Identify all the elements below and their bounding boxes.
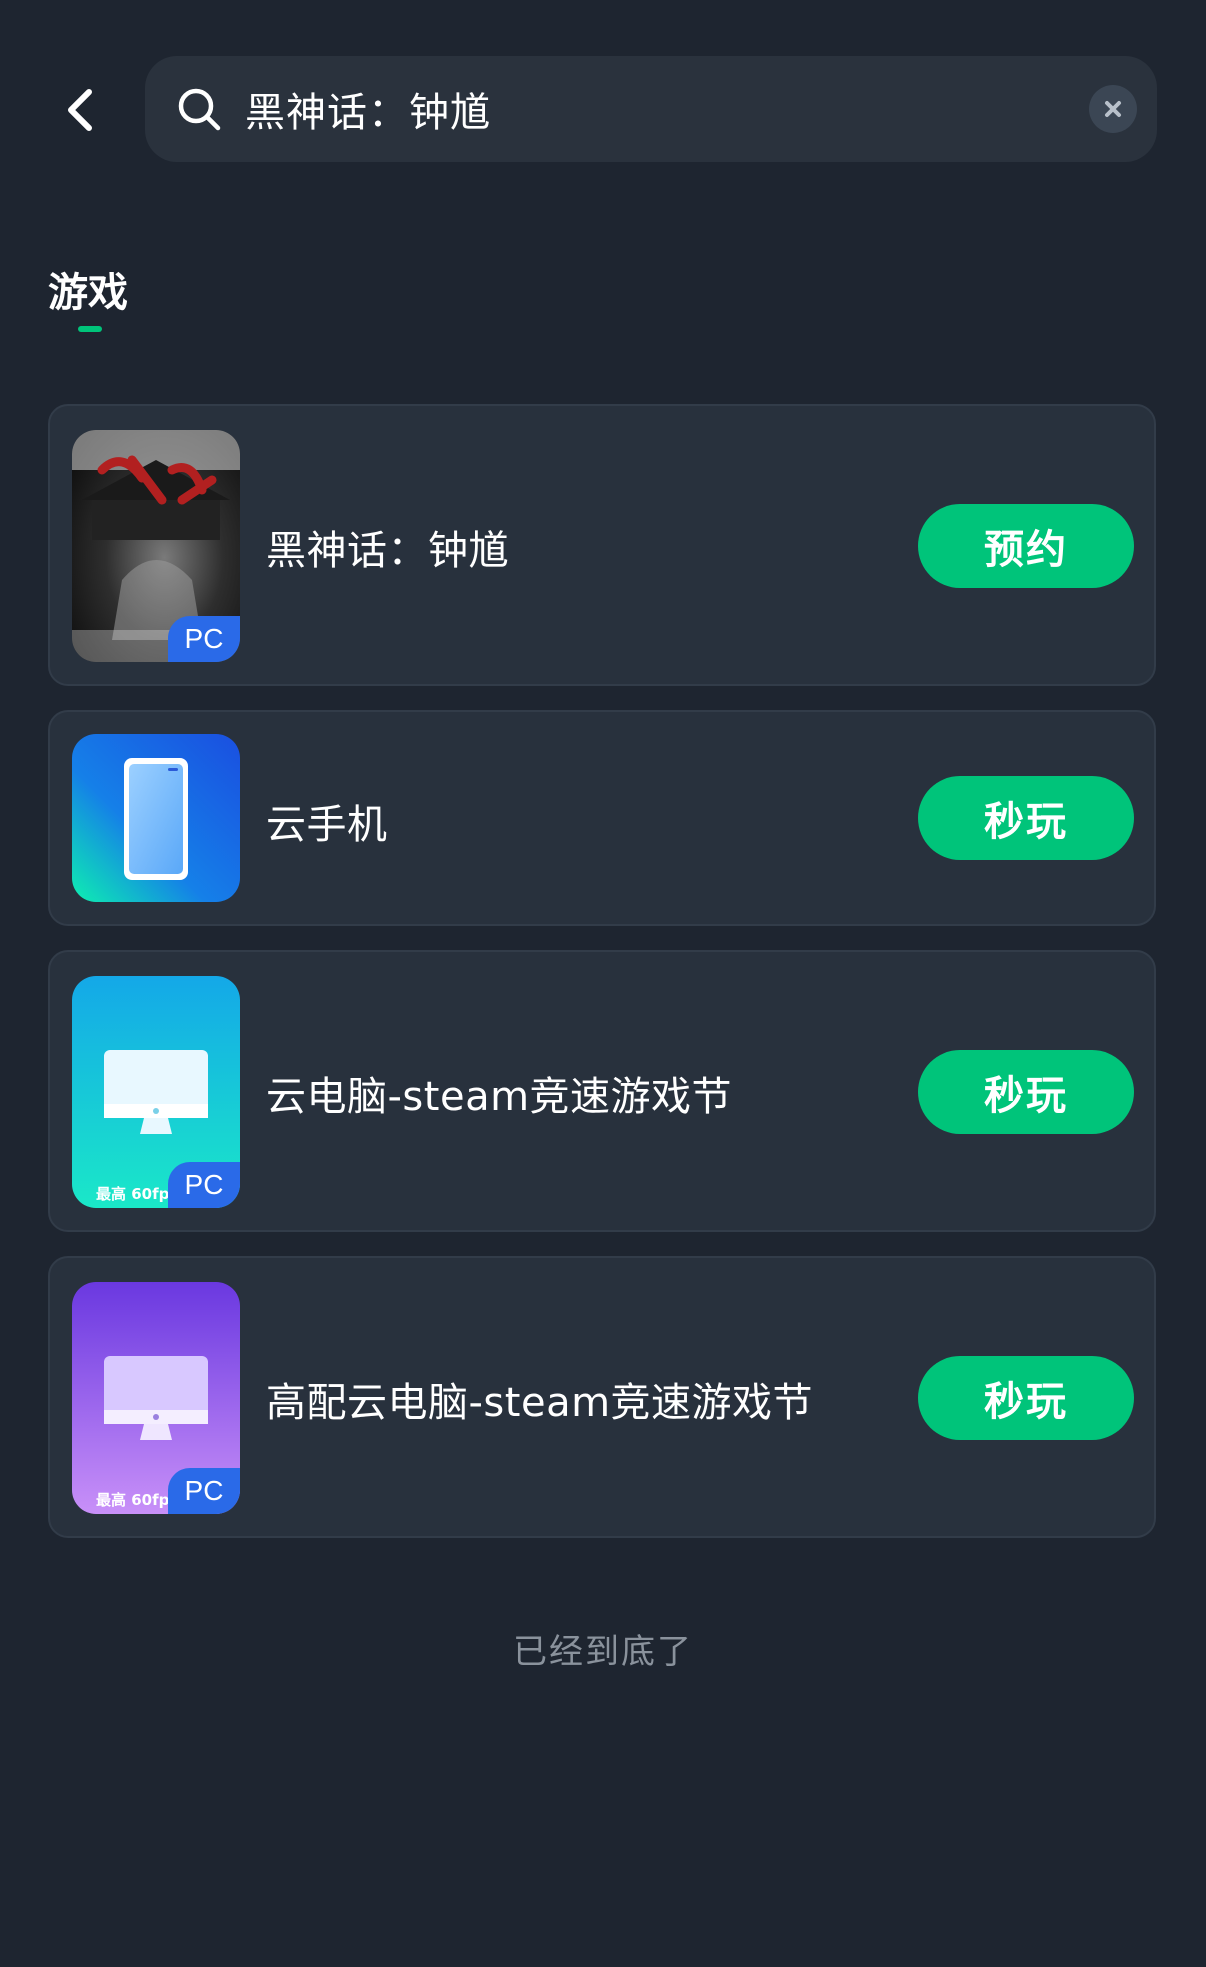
result-card[interactable]: 云手机 秒玩 (48, 710, 1156, 926)
end-of-list-text: 已经到底了 (513, 1632, 693, 1672)
search-results-page: 黑神话：钟馗 游戏 PC 黑神话：钟馗 预约 云手机 秒玩 最高 60fps P… (0, 0, 1206, 1967)
clear-search-button[interactable] (1089, 85, 1137, 133)
tab-games[interactable]: 游戏 (48, 260, 128, 318)
play-now-button[interactable]: 秒玩 (918, 1356, 1134, 1440)
result-card[interactable]: PC 黑神话：钟馗 预约 (48, 404, 1156, 686)
play-now-button[interactable]: 秒玩 (918, 1050, 1134, 1134)
reserve-button[interactable]: 预约 (918, 504, 1134, 588)
back-button[interactable] (52, 80, 108, 140)
result-card[interactable]: 最高 60fps PC 高配云电脑-steam竞速游戏节 秒玩 (48, 1256, 1156, 1538)
pc-badge: PC (168, 1162, 240, 1208)
fps-label: 最高 60fps (96, 1185, 179, 1203)
game-cover-image: PC (72, 430, 240, 662)
pc-badge: PC (168, 616, 240, 662)
result-card[interactable]: 最高 60fps PC 云电脑-steam竞速游戏节 秒玩 (48, 950, 1156, 1232)
cloud-phone-icon (72, 734, 240, 902)
tab-active-indicator (78, 326, 102, 332)
cloud-pc-icon: 最高 60fps PC (72, 976, 240, 1208)
high-spec-cloud-pc-icon: 最高 60fps PC (72, 1282, 240, 1514)
search-bar[interactable]: 黑神话：钟馗 (145, 56, 1157, 162)
search-input[interactable]: 黑神话：钟馗 (245, 80, 1089, 138)
fps-label: 最高 60fps (96, 1491, 179, 1509)
play-now-button[interactable]: 秒玩 (918, 776, 1134, 860)
game-title: 高配云电脑-steam竞速游戏节 (266, 1380, 814, 1426)
search-icon (175, 85, 223, 133)
close-icon (1105, 101, 1121, 117)
pc-badge: PC (168, 1468, 240, 1514)
chevron-left-icon (68, 89, 92, 131)
game-title: 云手机 (266, 802, 388, 848)
game-title: 黑神话：钟馗 (266, 528, 509, 574)
game-title: 云电脑-steam竞速游戏节 (266, 1074, 733, 1120)
